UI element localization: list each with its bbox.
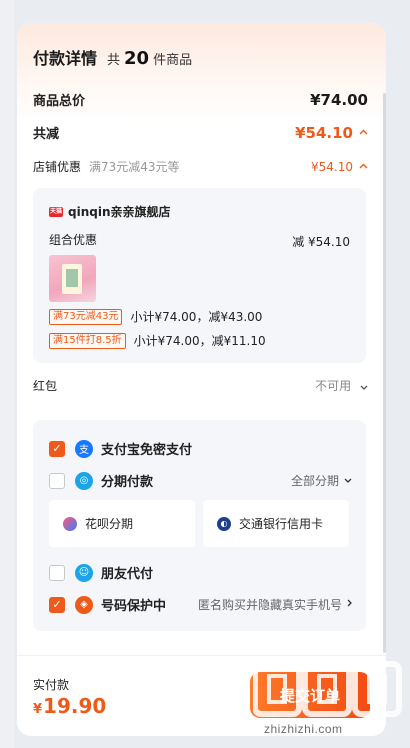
shop-card: 天猫 qinqin亲亲旗舰店 组合优惠 减 ¥54.10 满73元减43元 小计… [33,188,366,363]
promo-row: 满15件打8.5折 小计¥74.00，减¥11.10 [49,332,266,349]
shop-discount-value: ¥54.10 [311,159,353,174]
privacy-checkbox[interactable]: ✓ [49,596,65,613]
page-title: 付款详情 共 20 件商品 [33,45,192,69]
tmall-logo-icon: 天猫 [49,206,63,217]
shop-name: qinqin亲亲旗舰店 [68,205,171,219]
redpacket-value: 不可用 [315,377,368,394]
discount-value: ¥54.10 [295,123,353,142]
chevron-up-icon[interactable] [359,161,368,172]
discount-row[interactable]: 共减 ¥54.10 [33,123,368,142]
background-left-strip [0,0,14,748]
chevron-down-icon [357,383,368,393]
promo-subtotal: 小计¥74.00，减¥43.00 [130,310,263,324]
promo-row: 满73元减43元 小计¥74.00，减¥43.00 [49,308,262,325]
combo-discount-value: 减 ¥54.10 [292,235,350,249]
shop-discount-label: 店铺优惠 [33,160,82,174]
huabei-installment-button[interactable]: 花呗分期 [49,500,195,547]
submit-order-button[interactable]: 提交订单 [250,672,370,718]
total-value: ¥74.00 [310,90,368,109]
promo-tag: 满73元减43元 [49,308,123,325]
installment-label: 分期付款 [101,475,154,490]
installment-checkbox[interactable] [49,472,65,489]
privacy-label: 号码保护中 [101,599,167,614]
redpacket-label: 红包 [33,379,58,393]
shop-discount-note: 满73元减43元等 [89,160,180,174]
friend-pay-option[interactable]: ☺ 朋友代付 [49,563,352,582]
shield-icon: ◈ [75,595,93,614]
huabei-icon [63,516,77,531]
alipay-icon: 支 [75,439,93,458]
installment-option[interactable]: ◎ 分期付款 全部分期 [49,471,352,490]
shop-name-row[interactable]: 天猫 qinqin亲亲旗舰店 [49,203,171,220]
actual-pay-label: 实付款 [33,678,70,692]
chevron-down-icon [344,476,352,486]
total-price-row: 商品总价 ¥74.00 [33,90,368,110]
friend-pay-checkbox[interactable] [49,564,65,581]
watermark-url: zhizhizhi.com [264,722,343,736]
chevron-up-icon[interactable] [359,127,368,138]
item-count: 20 [124,48,150,69]
promo-subtotal: 小计¥74.00，减¥11.10 [133,334,266,348]
bank-icon: ◐ [217,516,231,531]
total-label: 商品总价 [33,94,86,109]
number-privacy-option[interactable]: ✓ ◈ 号码保护中 匿名购买并隐藏真实手机号 [49,595,352,614]
alipay-checkbox[interactable]: ✓ [49,440,65,457]
redpacket-row[interactable]: 红包 不可用 [33,377,368,394]
bank-label: 交通银行信用卡 [239,517,324,531]
privacy-detail-link[interactable]: 匿名购买并隐藏真实手机号 [198,596,352,613]
product-thumbnail[interactable] [49,255,96,302]
count-suffix: 件商品 [153,53,193,68]
payment-detail-panel: 付款详情 共 20 件商品 商品总价 ¥74.00 共减 ¥54.10 店铺优惠… [17,23,386,736]
scrollbar[interactable] [383,93,386,653]
huabei-label: 花呗分期 [85,517,134,531]
combo-discount-label: 组合优惠 [49,233,98,247]
friend-pay-label: 朋友代付 [101,567,154,582]
chevron-right-icon [347,599,352,610]
shop-discount-row[interactable]: 店铺优惠 满73元减43元等 ¥54.10 [33,158,368,175]
count-prefix: 共 [107,53,121,68]
alipay-option[interactable]: ✓ 支 支付宝免密支付 [49,439,352,458]
installment-all[interactable]: 全部分期 [291,472,352,489]
discount-label: 共减 [33,127,60,142]
title-text: 付款详情 [33,49,98,68]
payment-methods-card: ✓ 支 支付宝免密支付 ◎ 分期付款 全部分期 花呗分期 ◐ 交通银行信用卡 ☺… [33,420,366,631]
actual-pay-value: ¥19.90 [33,694,107,718]
bank-card-button[interactable]: ◐ 交通银行信用卡 [203,500,349,547]
promo-tag: 满15件打8.5折 [49,332,126,349]
alipay-label: 支付宝免密支付 [101,443,193,458]
installment-icon: ◎ [75,471,93,490]
friend-pay-icon: ☺ [75,563,93,582]
